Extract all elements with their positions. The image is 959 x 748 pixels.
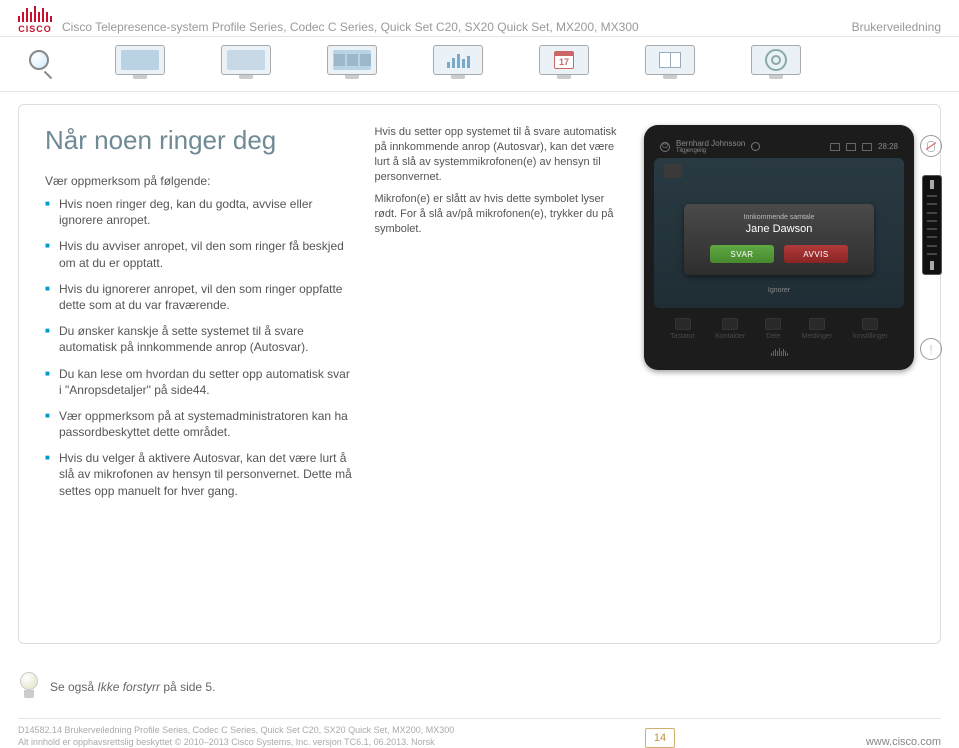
- camera-icon: [846, 143, 856, 151]
- document-title: Cisco Telepresence-system Profile Series…: [62, 20, 852, 34]
- ignore-link[interactable]: Ignorer: [768, 287, 790, 294]
- content-panel: Når noen ringer deg Vær oppmerksom på fø…: [18, 104, 941, 644]
- bullet-list: Hvis noen ringer deg, kan du godta, avvi…: [45, 196, 354, 499]
- power-icon: ⏻: [660, 142, 670, 152]
- nav-row: 17: [0, 37, 959, 92]
- incoming-call-screen: Innkommende samtale Jane Dawson SVAR AVV…: [654, 158, 904, 308]
- messages-icon: [809, 318, 825, 330]
- left-column: Når noen ringer deg Vær oppmerksom på fø…: [45, 125, 374, 617]
- note-autosvar: Hvis du setter opp systemet til å svare …: [374, 125, 624, 184]
- status-caller-name: Bernhard Johnsson: [676, 139, 745, 148]
- bottom-nav-share[interactable]: Dele: [765, 318, 781, 340]
- device-status-bar: ⏻ Bernhard Johnsson Tilgjengelig 28:28: [654, 135, 904, 158]
- layout-icon: [862, 143, 872, 151]
- touch-panel-mock: +− ! ⏻ Bernhard Johnsson Tilgjengelig 28…: [644, 125, 914, 370]
- reject-button[interactable]: AVVIS: [784, 245, 848, 263]
- gear-icon: [765, 49, 787, 71]
- contacts-icon: [722, 318, 738, 330]
- status-caller-sub: Tilgjengelig: [676, 148, 745, 154]
- caller-avatar-icon: [664, 164, 682, 178]
- intro-heading: Vær oppmerksom på følgende:: [45, 174, 354, 188]
- lightbulb-icon: [18, 672, 40, 702]
- nav-thumb-calendar[interactable]: 17: [536, 45, 592, 85]
- calendar-day: 17: [555, 56, 573, 68]
- settings-icon: [862, 318, 878, 330]
- share-icon: [765, 318, 781, 330]
- popup-caller-name: Jane Dawson: [700, 223, 858, 235]
- nav-thumb-2[interactable]: [218, 45, 274, 85]
- bottom-nav-dialpad[interactable]: Tastatur: [670, 318, 695, 340]
- nav-thumb-3[interactable]: [324, 45, 380, 85]
- bullet-item: Du ønsker kanskje å sette systemet til å…: [45, 323, 354, 355]
- bullet-item: Hvis du ignorerer anropet, vil den som r…: [45, 281, 354, 313]
- tip-text: Se også Ikke forstyrr på side 5.: [50, 680, 215, 694]
- bottom-nav-settings[interactable]: Innstillinger: [852, 318, 887, 340]
- tip-row: Se også Ikke forstyrr på side 5.: [18, 666, 941, 719]
- nav-thumb-settings[interactable]: [748, 45, 804, 85]
- popup-subtitle: Innkommende samtale: [700, 214, 858, 221]
- answer-button[interactable]: SVAR: [710, 245, 774, 263]
- alert-button[interactable]: !: [920, 338, 942, 360]
- volume-slider[interactable]: +−: [922, 175, 942, 275]
- clock: 28:28: [878, 142, 898, 151]
- search-icon[interactable]: [18, 50, 62, 80]
- dialpad-icon: [675, 318, 691, 330]
- footer-url[interactable]: www.cisco.com: [866, 736, 941, 748]
- microphone-muted-icon: [927, 141, 935, 152]
- middle-column: Hvis du setter opp systemet til å svare …: [374, 125, 644, 617]
- bullet-item: Hvis noen ringer deg, kan du godta, avvi…: [45, 196, 354, 228]
- right-column: +− ! ⏻ Bernhard Johnsson Tilgjengelig 28…: [644, 125, 914, 617]
- cisco-logo: CISCO: [18, 6, 52, 34]
- bottom-nav-contacts[interactable]: Kontakter: [715, 318, 745, 340]
- bullet-item: Du kan lese om hvordan du setter opp aut…: [45, 366, 354, 398]
- nav-thumb-1[interactable]: [112, 45, 168, 85]
- cisco-logo-text: CISCO: [18, 24, 52, 34]
- page-number: 14: [645, 728, 675, 748]
- page-header: CISCO Cisco Telepresence-system Profile …: [0, 0, 959, 37]
- nav-thumb-stats[interactable]: [430, 45, 486, 85]
- incoming-call-popup: Innkommende samtale Jane Dawson SVAR AVV…: [684, 204, 874, 275]
- device-bottom-nav: Tastatur Kontakter Dele Meldinger Innsti…: [654, 308, 904, 342]
- bullet-item: Hvis du velger å aktivere Autosvar, kan …: [45, 450, 354, 499]
- bullet-item: Vær oppmerksom på at systemadministrator…: [45, 408, 354, 440]
- presence-icon: [751, 142, 760, 151]
- nav-thumb-book[interactable]: [642, 45, 698, 85]
- document-type: Brukerveiledning: [852, 20, 941, 34]
- page-footer: D14582.14 Brukerveiledning Profile Serie…: [0, 719, 959, 748]
- selfview-icon: [830, 143, 840, 151]
- cisco-mini-logo: [654, 348, 904, 356]
- mute-microphone-button[interactable]: [920, 135, 942, 157]
- tip-link[interactable]: Ikke forstyrr: [97, 680, 160, 694]
- note-microphone: Mikrofon(e) er slått av hvis dette symbo…: [374, 192, 624, 237]
- bullet-item: Hvis du avviser anropet, vil den som rin…: [45, 238, 354, 270]
- page-title: Når noen ringer deg: [45, 125, 354, 156]
- bottom-nav-messages[interactable]: Meldinger: [802, 318, 833, 340]
